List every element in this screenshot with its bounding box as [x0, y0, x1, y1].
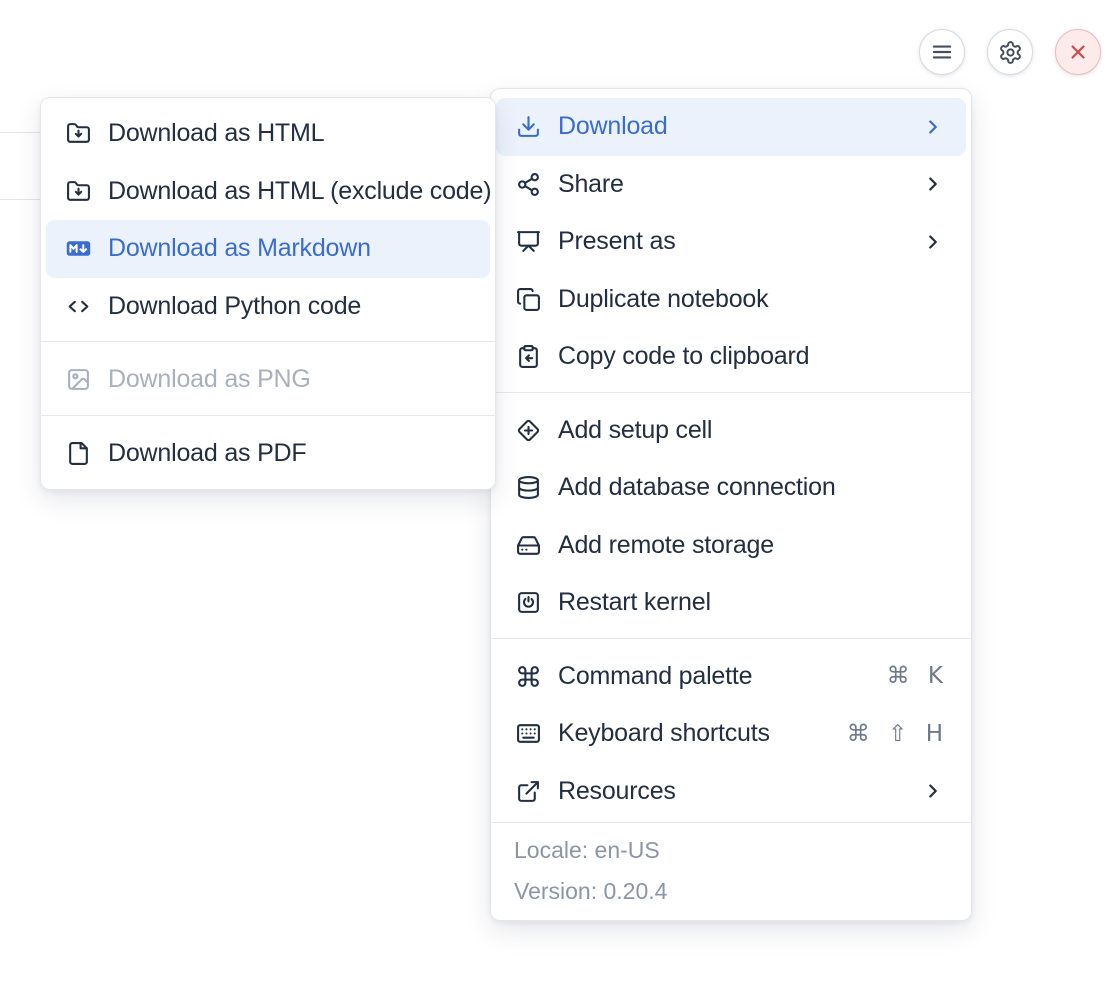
menu-item-download-as-markdown[interactable]: Download as Markdown — [46, 220, 490, 278]
background-rule — [0, 132, 42, 133]
menu-item-label: Keyboard shortcuts — [558, 719, 830, 748]
menu-item-label: Present as — [558, 227, 905, 256]
menu-item-label: Copy code to clipboard — [558, 342, 944, 371]
file-icon — [66, 441, 91, 466]
menu-item-add-database-connection[interactable]: Add database connection — [496, 459, 966, 517]
close-x-icon — [1067, 41, 1089, 63]
menu-separator — [491, 638, 971, 639]
menu-item-label: Download as PNG — [108, 365, 468, 394]
folder-down-icon — [66, 121, 91, 146]
hamburger-icon — [929, 39, 955, 65]
database-icon — [516, 475, 541, 500]
markdown-badge-icon — [66, 236, 91, 261]
keyboard-icon — [516, 721, 541, 746]
menu-item-duplicate-notebook[interactable]: Duplicate notebook — [496, 271, 966, 329]
download-icon — [516, 114, 541, 139]
menu-item-label: Download as HTML (exclude code) — [108, 177, 491, 206]
share-icon — [516, 172, 541, 197]
menu-item-download-as-html-exclude-code[interactable]: Download as HTML (exclude code) — [46, 163, 490, 221]
notebook-menu: Download Share Present as Duplicate noteboo… — [490, 88, 972, 921]
menu-separator — [41, 341, 495, 342]
version-text: Version: 0.20.4 — [514, 878, 948, 905]
menu-item-label: Command palette — [558, 662, 870, 691]
shutdown-button[interactable] — [1055, 29, 1101, 75]
menu-item-label: Resources — [558, 777, 905, 806]
menu-item-download-as-png: Download as PNG — [46, 351, 490, 409]
chevron-right-icon — [922, 116, 944, 138]
menu-footer: Locale: en-US Version: 0.20.4 — [491, 822, 971, 920]
download-submenu: Download as HTML Download as HTML (exclud… — [40, 97, 496, 490]
menu-item-present-as[interactable]: Present as — [496, 213, 966, 271]
image-icon — [66, 367, 91, 392]
menu-item-add-remote-storage[interactable]: Add remote storage — [496, 517, 966, 575]
menu-item-command-palette[interactable]: Command palette ⌘ K — [496, 648, 966, 706]
menu-item-label: Download — [558, 112, 905, 141]
notebook-action-buttons — [919, 29, 1101, 75]
menu-item-label: Add database connection — [558, 473, 944, 502]
presentation-icon — [516, 229, 541, 254]
menu-item-label: Download as Markdown — [108, 234, 468, 263]
menu-item-label: Duplicate notebook — [558, 285, 944, 314]
locale-text: Locale: en-US — [514, 837, 948, 864]
menu-item-download-python-code[interactable]: Download Python code — [46, 278, 490, 336]
chevron-right-icon — [922, 173, 944, 195]
command-icon — [516, 664, 541, 689]
chevron-right-icon — [922, 231, 944, 253]
gear-icon — [998, 40, 1023, 65]
clipboard-copy-icon — [516, 344, 541, 369]
menu-item-restart-kernel[interactable]: Restart kernel — [496, 574, 966, 632]
menu-item-label: Share — [558, 170, 905, 199]
shortcut-hint: ⌘ ⇧ H — [847, 721, 944, 747]
menu-item-keyboard-shortcuts[interactable]: Keyboard shortcuts ⌘ ⇧ H — [496, 705, 966, 763]
menu-item-download-as-pdf[interactable]: Download as PDF — [46, 425, 490, 483]
menu-item-resources[interactable]: Resources — [496, 763, 966, 821]
menu-item-copy-code-to-clipboard[interactable]: Copy code to clipboard — [496, 328, 966, 386]
folder-down-icon — [66, 179, 91, 204]
settings-button[interactable] — [987, 29, 1033, 75]
menu-item-label: Download Python code — [108, 292, 468, 321]
background-rule — [0, 199, 42, 200]
external-link-icon — [516, 779, 541, 804]
code-icon — [66, 294, 91, 319]
chevron-right-icon — [922, 780, 944, 802]
menu-item-label: Download as HTML — [108, 119, 468, 148]
menu-item-label: Restart kernel — [558, 588, 944, 617]
menu-item-label: Add setup cell — [558, 416, 944, 445]
menu-item-download[interactable]: Download — [496, 98, 966, 156]
menu-separator — [41, 415, 495, 416]
power-square-icon — [516, 590, 541, 615]
menu-item-share[interactable]: Share — [496, 156, 966, 214]
menu-separator — [491, 392, 971, 393]
diamond-plus-icon — [516, 418, 541, 443]
shortcut-hint: ⌘ K — [887, 663, 944, 689]
menu-button[interactable] — [919, 29, 965, 75]
menu-item-add-setup-cell[interactable]: Add setup cell — [496, 402, 966, 460]
menu-item-label: Download as PDF — [108, 439, 468, 468]
copy-icon — [516, 287, 541, 312]
hard-drive-icon — [516, 533, 541, 558]
menu-item-label: Add remote storage — [558, 531, 944, 560]
menu-item-download-as-html[interactable]: Download as HTML — [46, 105, 490, 163]
